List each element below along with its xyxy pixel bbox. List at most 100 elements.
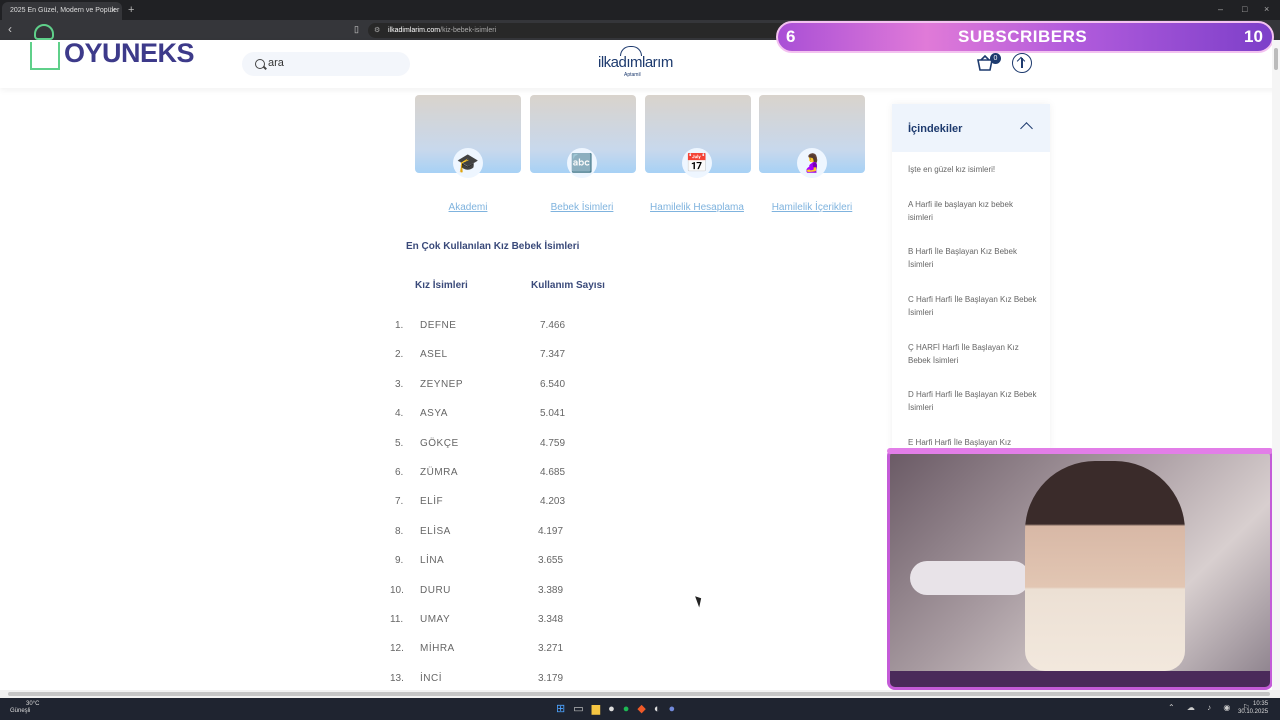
toc-title: İçindekiler	[908, 123, 963, 135]
row-number: 8.	[395, 525, 404, 537]
site-logo-sub: Aptamil	[624, 72, 641, 78]
folder-icon[interactable]: ▆	[592, 703, 608, 715]
new-tab-icon[interactable]: +	[128, 4, 134, 16]
row-count: 4.685	[540, 467, 566, 478]
toc-item[interactable]: D Harfi Harfi İle Başlayan Kız Bebek İsi…	[908, 389, 1038, 414]
row-count: 3.348	[538, 614, 564, 625]
card-link-akademi[interactable]: Akademi	[408, 202, 528, 213]
row-number: 5.	[395, 437, 404, 449]
row-name: İNCİ	[420, 672, 442, 684]
row-name: MİHRA	[420, 643, 455, 655]
microphone	[910, 561, 1030, 595]
row-number: 12.	[390, 643, 404, 655]
taskbar-apps[interactable]: ⊞▭▆●●◆◐●	[556, 702, 683, 715]
card-link-hamilelik-hesaplama[interactable]: Hamilelik Hesaplama	[637, 202, 757, 213]
row-name: DURU	[420, 584, 451, 596]
row-number: 7.	[395, 496, 404, 508]
clock-time: 10:35	[1253, 701, 1269, 707]
site-info-icon[interactable]: ⚙	[374, 26, 380, 34]
row-count: 3.179	[538, 672, 564, 684]
row-name: GÖKÇE	[420, 437, 459, 449]
row-name: ASYA	[420, 408, 448, 420]
toc-item[interactable]: B Harfi İle Başlayan Kız Bebek İsimleri	[908, 246, 1038, 271]
row-name: DEFNE	[420, 320, 457, 331]
tab-title: 2025 En Güzel, Modern ve Popüler	[10, 7, 120, 14]
bookmark-icon[interactable]: ▯	[354, 24, 359, 35]
row-count: 7.347	[540, 349, 566, 361]
clock-date: 30.10.2025	[1238, 709, 1269, 715]
row-count: 3.655	[538, 555, 564, 567]
row-name: ZÜMRA	[420, 467, 459, 478]
pregnancy-icon: 🤰	[797, 148, 827, 178]
graduation-cap-icon: 🎓	[453, 148, 483, 178]
row-name: LİNA	[420, 555, 445, 567]
toc-item[interactable]: A Harfi ile başlayan kız bebek isimleri	[908, 199, 1038, 224]
row-number: 4.	[395, 408, 404, 420]
row-number: 6.	[395, 467, 404, 478]
url-path: /kiz-bebek-isimleri	[440, 27, 497, 34]
row-name: ELİF	[420, 496, 444, 508]
row-number: 9.	[395, 555, 404, 567]
column-header-count: Kullanım Sayısı	[531, 280, 605, 291]
weather-desc: Güneşli	[10, 708, 31, 714]
row-count: 4.203	[540, 496, 566, 508]
card-link-bebek-isimleri[interactable]: Bebek İsimleri	[522, 202, 642, 213]
row-count: 3.271	[538, 643, 564, 655]
browser-tab[interactable]: 2025 En Güzel, Modern ve Popüler ×	[2, 2, 122, 20]
column-header-name: Kız İsimleri	[415, 280, 468, 291]
app-icon[interactable]: ◐	[654, 703, 669, 715]
webcam-frame-bottom	[890, 671, 1270, 687]
vertical-scrollbar-thumb[interactable]	[1274, 48, 1278, 70]
card-link-hamilelik-icerikleri[interactable]: Hamilelik İçerikleri	[752, 202, 872, 213]
toc-item[interactable]: C Harfi Harfi İle Başlayan Kız Bebek İsi…	[908, 294, 1038, 319]
row-number: 10.	[390, 584, 404, 596]
site-logo[interactable]: ilkadımlarım	[598, 54, 673, 71]
mascot-icon	[34, 24, 54, 40]
abc-blocks-icon: 🔤	[567, 148, 597, 178]
row-name: ELİSA	[420, 525, 451, 537]
row-number: 11.	[390, 614, 404, 625]
toc-item[interactable]: Ç HARFİ Harfi İle Başlayan Kız Bebek İsi…	[908, 342, 1038, 367]
minimize-icon[interactable]: –	[1218, 4, 1223, 14]
brave-icon[interactable]: ◆	[637, 703, 653, 715]
streamer	[1025, 461, 1185, 671]
back-icon[interactable]: ‹	[8, 22, 12, 36]
url-domain: ilkadimlarim.com	[388, 27, 441, 34]
horizontal-scrollbar-thumb[interactable]	[8, 692, 1270, 696]
cart-count-badge: 0	[990, 53, 1001, 64]
row-number: 2.	[395, 349, 404, 361]
section-heading: En Çok Kullanılan Kız Bebek İsimleri	[406, 241, 580, 252]
mouse-cursor	[695, 594, 704, 608]
webcam-frame-glow	[887, 448, 1273, 454]
subscribers-label: SUBSCRIBERS	[958, 27, 1088, 46]
maximize-icon[interactable]: □	[1242, 4, 1247, 14]
overlay-logo: OYUNEKS	[64, 38, 195, 68]
search-icon	[255, 59, 265, 69]
row-name: ASEL	[420, 349, 448, 361]
vertical-scrollbar[interactable]	[1272, 40, 1280, 690]
row-count: 7.466	[540, 320, 566, 331]
files-icon[interactable]: ▭	[573, 703, 591, 715]
row-number: 1.	[395, 320, 404, 331]
address-bar[interactable]: ⚙ ilkadimlarim.com/kiz-bebek-isimleri	[368, 23, 788, 38]
toc-item[interactable]: İşte en güzel kız isimleri!	[908, 164, 1038, 177]
spotify-icon[interactable]: ●	[623, 703, 638, 715]
row-number: 3.	[395, 378, 404, 390]
scroll-top-icon[interactable]	[1012, 53, 1032, 73]
weather-widget[interactable]: 30°C Güneşli	[10, 701, 39, 715]
tab-close-icon[interactable]: ×	[111, 5, 116, 15]
close-window-icon[interactable]: ×	[1264, 4, 1269, 14]
calendar-icon: 📅	[682, 148, 712, 178]
discord-icon[interactable]: ●	[669, 703, 684, 715]
search-input[interactable]: ara	[242, 52, 410, 76]
row-number: 13.	[390, 672, 404, 684]
row-name: UMAY	[420, 614, 451, 625]
webcam-overlay	[887, 448, 1273, 690]
app-icon[interactable]: ●	[608, 703, 623, 715]
row-count: 4.197	[538, 525, 564, 537]
start-icon[interactable]: ⊞	[556, 703, 573, 715]
subscribers-goal-start: 6	[786, 27, 796, 46]
row-count: 6.540	[540, 378, 566, 390]
clock[interactable]: 10:35 30.10.2025	[1238, 700, 1268, 716]
row-name: ZEYNEP	[420, 378, 464, 390]
